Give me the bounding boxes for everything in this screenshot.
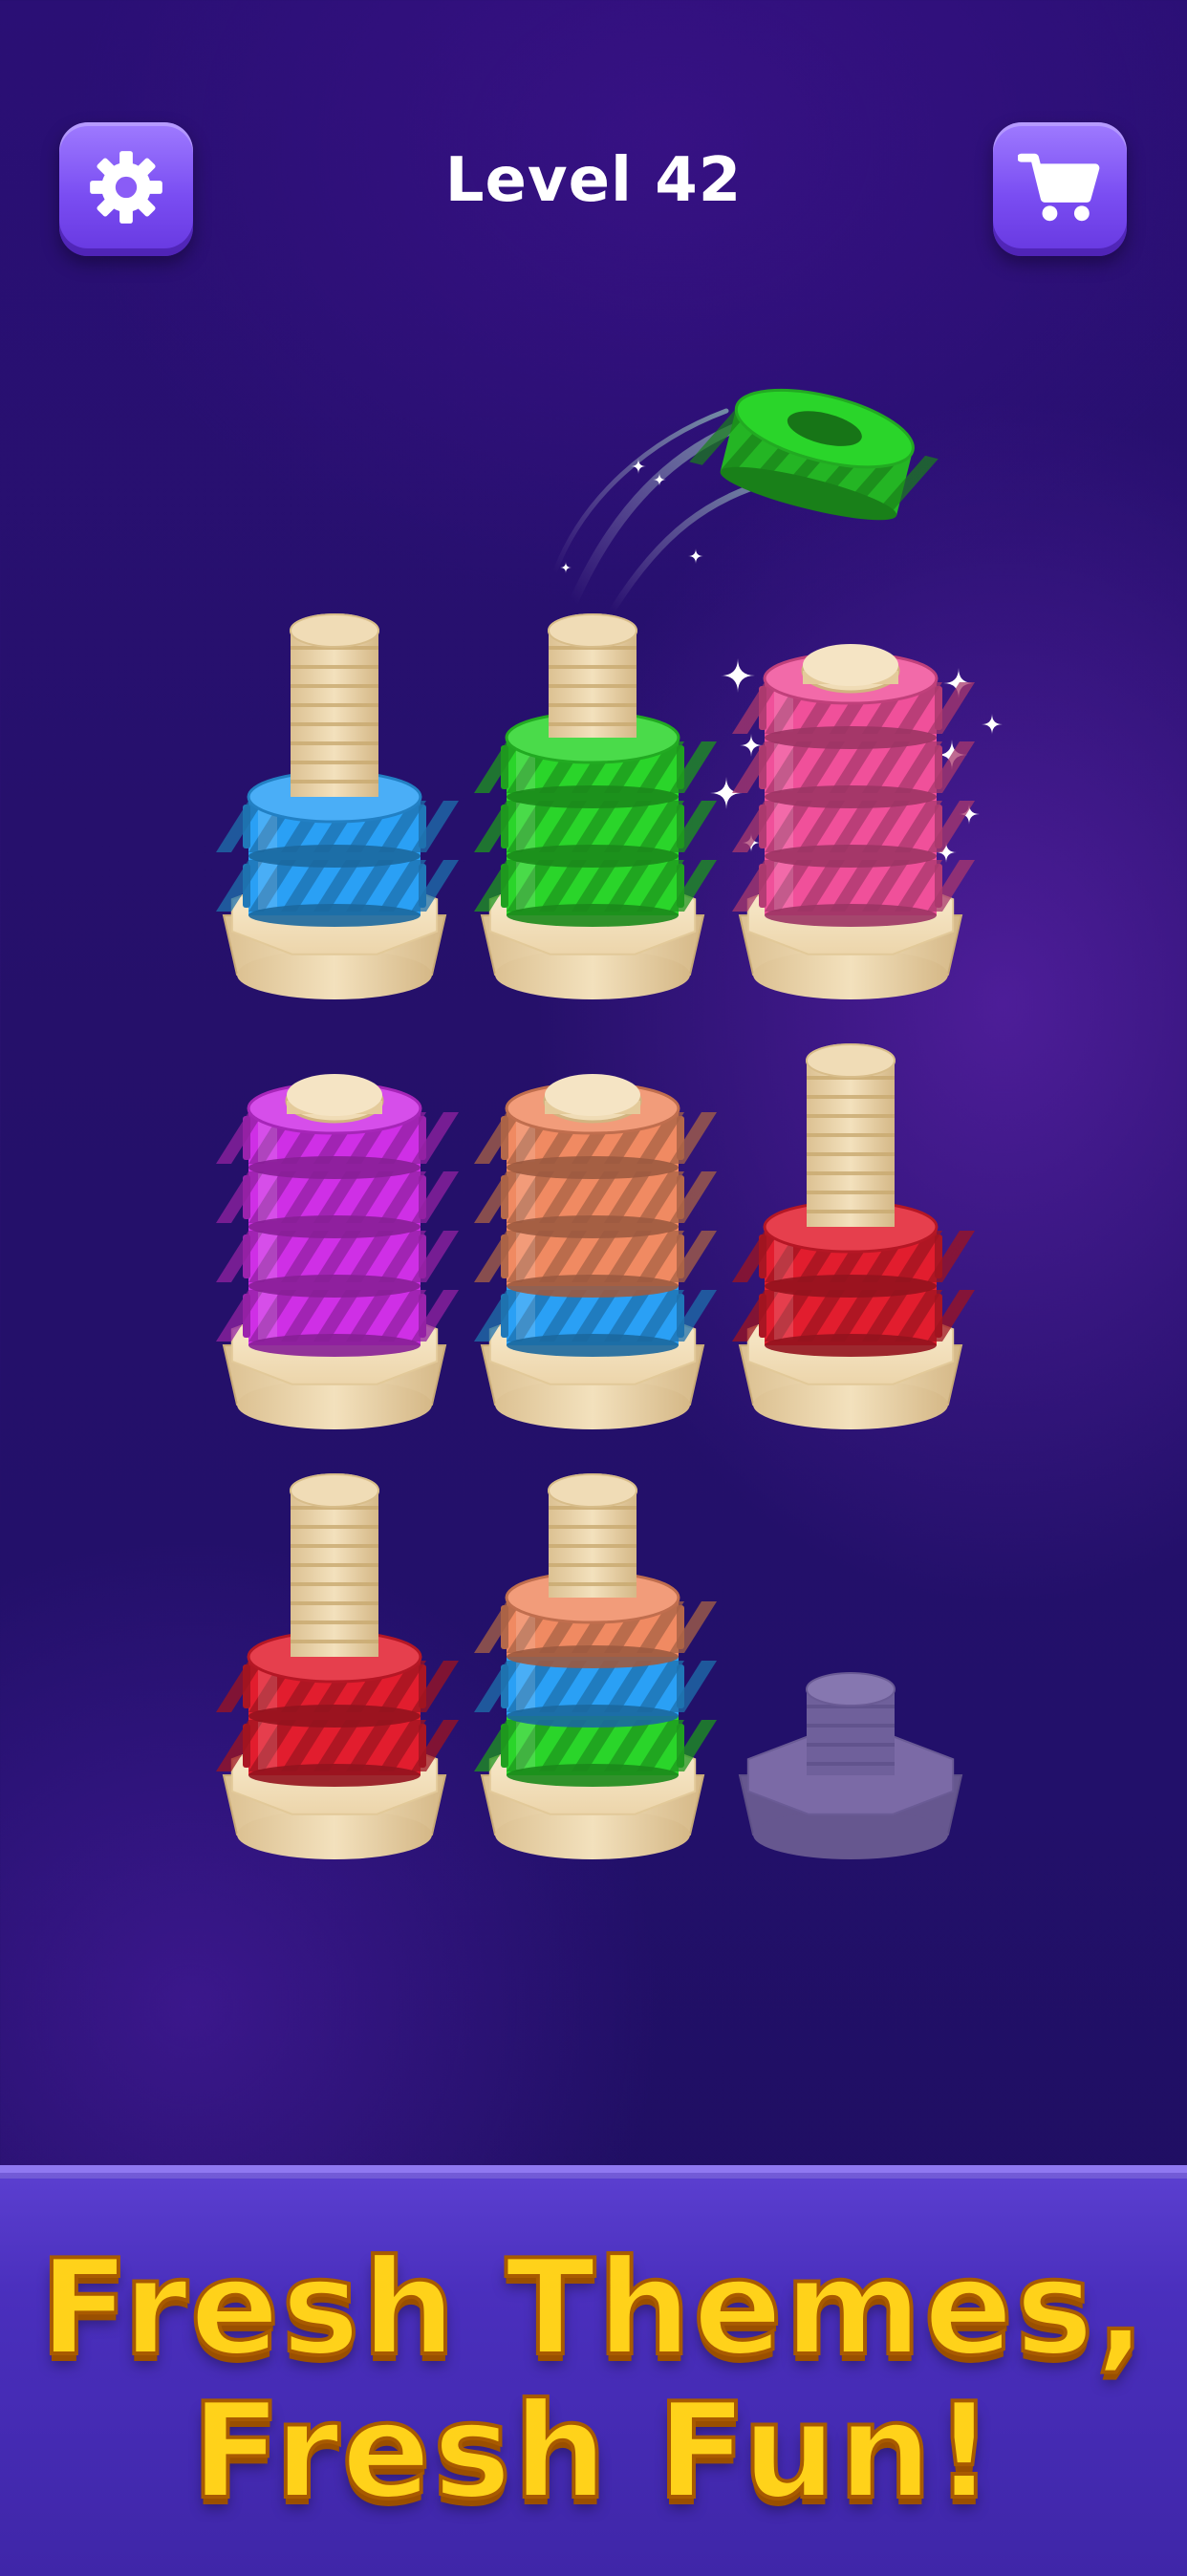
peg-5[interactable] [468, 1074, 717, 1429]
sparkle [631, 459, 646, 474]
promo-headline-line2: Fresh Fun! [189, 2372, 997, 2530]
peg-8[interactable] [468, 1473, 717, 1859]
peg-7[interactable] [210, 1473, 459, 1859]
peg-9[interactable] [738, 1672, 963, 1859]
peg-3[interactable] [726, 644, 975, 999]
peg-6[interactable] [726, 1043, 975, 1429]
sparkle [982, 714, 1003, 735]
peg-4[interactable] [210, 1074, 459, 1429]
flying-nut-green [689, 388, 939, 521]
sparkle [688, 548, 703, 564]
peg-1[interactable] [210, 613, 459, 999]
promo-headline-line1: Fresh Themes, [37, 2229, 1148, 2387]
peg-2[interactable] [468, 613, 717, 999]
sparkle [560, 562, 572, 573]
game-board [210, 388, 1003, 1859]
